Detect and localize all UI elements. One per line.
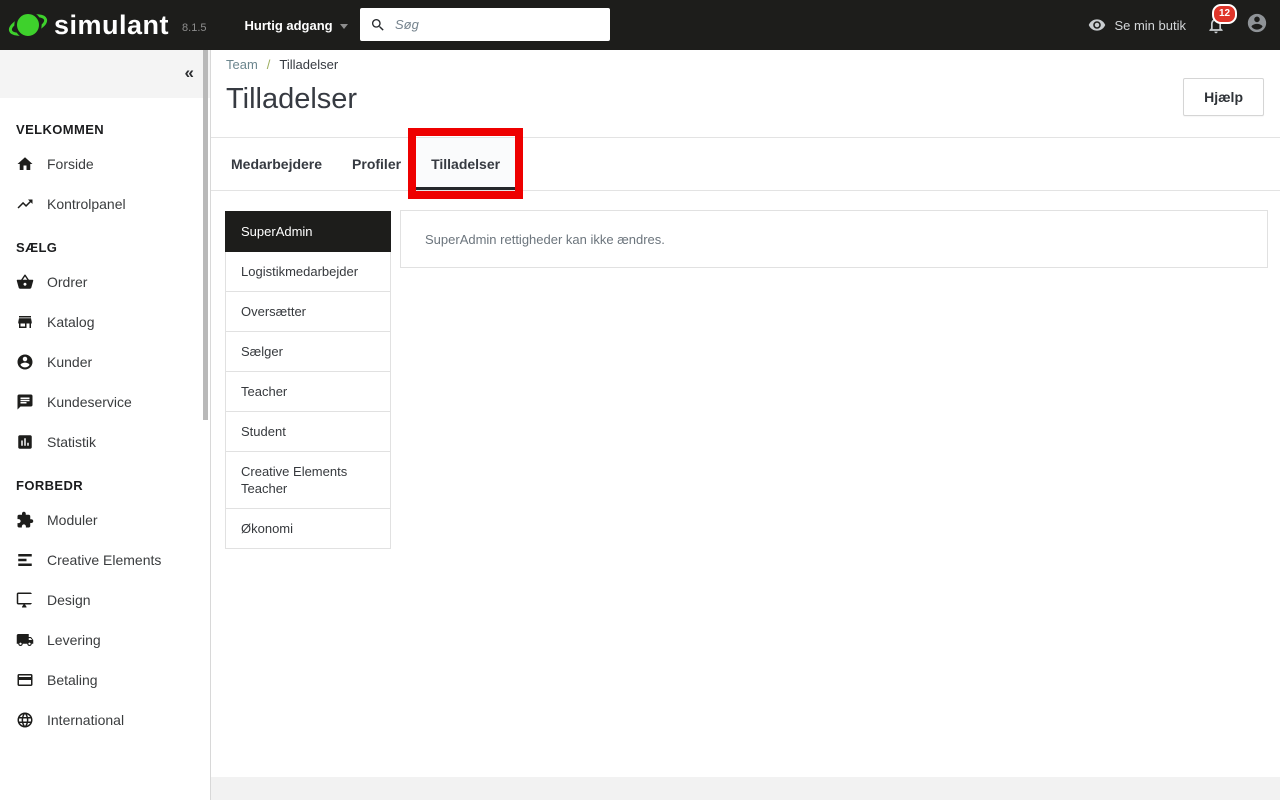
brand-planet-icon bbox=[8, 5, 48, 45]
breadcrumb-current: Tilladelser bbox=[279, 57, 338, 72]
sidebar-item-label: Statistik bbox=[47, 434, 96, 450]
monitor-icon bbox=[16, 591, 34, 609]
quick-access-dropdown[interactable]: Hurtig adgang bbox=[245, 18, 348, 33]
tab-label: Profiler bbox=[352, 156, 401, 172]
sidebar-item-international[interactable]: International bbox=[0, 700, 210, 740]
tab-label: Tilladelser bbox=[431, 156, 500, 172]
trending-up-icon bbox=[16, 195, 34, 213]
creative-elements-icon bbox=[16, 551, 34, 569]
sidebar-item-label: Creative Elements bbox=[47, 552, 161, 568]
puzzle-icon bbox=[16, 511, 34, 529]
nav-section-header-velkommen: VELKOMMEN bbox=[0, 122, 210, 144]
help-button[interactable]: Hjælp bbox=[1183, 78, 1264, 116]
sidebar-item-moduler[interactable]: Moduler bbox=[0, 500, 210, 540]
sidebar-item-forside[interactable]: Forside bbox=[0, 144, 210, 184]
breadcrumb-separator: / bbox=[267, 57, 271, 72]
breadcrumb-team[interactable]: Team bbox=[226, 57, 258, 72]
store-icon bbox=[16, 313, 34, 331]
tab-medarbejdere[interactable]: Medarbejdere bbox=[216, 138, 337, 190]
notifications-button[interactable]: 12 bbox=[1206, 15, 1226, 40]
profile-button[interactable] bbox=[1246, 12, 1268, 39]
chat-icon bbox=[16, 393, 34, 411]
sidebar: « VELKOMMEN Forside Kontrolpanel SÆLG Ordrer… bbox=[0, 50, 211, 800]
bar-chart-icon bbox=[16, 433, 34, 451]
page-title: Tilladelser bbox=[226, 83, 357, 116]
sidebar-item-label: Kundeservice bbox=[47, 394, 132, 410]
topbar-right: Se min butik 12 bbox=[1088, 0, 1268, 50]
sidebar-item-label: Design bbox=[47, 592, 91, 608]
collapse-sidebar-button[interactable]: « bbox=[185, 61, 194, 85]
chevron-down-icon bbox=[340, 24, 348, 29]
sidebar-item-label: Betaling bbox=[47, 672, 98, 688]
person-icon bbox=[1246, 12, 1268, 34]
tab-tilladelser[interactable]: Tilladelser bbox=[416, 138, 515, 190]
role-item-logistikmedarbejder[interactable]: Logistikmedarbejder bbox=[225, 252, 391, 292]
role-item-student[interactable]: Student bbox=[225, 412, 391, 452]
sidebar-item-ordrer[interactable]: Ordrer bbox=[0, 262, 210, 302]
role-item-superadmin[interactable]: SuperAdmin bbox=[225, 211, 391, 252]
sidebar-item-kontrolpanel[interactable]: Kontrolpanel bbox=[0, 184, 210, 224]
globe-icon bbox=[16, 711, 34, 729]
sidebar-item-kunder[interactable]: Kunder bbox=[0, 342, 210, 382]
role-item-oversætter[interactable]: Oversætter bbox=[225, 292, 391, 332]
tab-label: Medarbejdere bbox=[231, 156, 322, 172]
role-item-creative-elements-teacher[interactable]: Creative Elements Teacher bbox=[225, 452, 391, 509]
top-bar: simulant 8.1.5 Hurtig adgang Se min buti… bbox=[0, 0, 1280, 50]
nav-section-header-forbedr: FORBEDR bbox=[0, 478, 210, 500]
sidebar-item-label: Katalog bbox=[47, 314, 94, 330]
role-item-økonomi[interactable]: Økonomi bbox=[225, 509, 391, 549]
sidebar-item-label: Moduler bbox=[47, 512, 98, 528]
breadcrumb: Team / Tilladelser bbox=[226, 57, 338, 72]
credit-card-icon bbox=[16, 671, 34, 689]
sidebar-item-kundeservice[interactable]: Kundeservice bbox=[0, 382, 210, 422]
sidebar-item-label: Kontrolpanel bbox=[47, 196, 126, 212]
tab-profiler[interactable]: Profiler bbox=[337, 138, 416, 190]
permissions-panel: SuperAdmin rettigheder kan ikke ændres. bbox=[400, 210, 1268, 268]
view-shop-label: Se min butik bbox=[1114, 18, 1186, 33]
role-item-sælger[interactable]: Sælger bbox=[225, 332, 391, 372]
eye-icon bbox=[1088, 16, 1106, 34]
permission-message: SuperAdmin rettigheder kan ikke ændres. bbox=[425, 232, 665, 247]
sidebar-scrollbar-thumb[interactable] bbox=[203, 50, 208, 420]
sidebar-item-creative-elements[interactable]: Creative Elements bbox=[0, 540, 210, 580]
sidebar-item-label: Kunder bbox=[47, 354, 92, 370]
truck-icon bbox=[16, 631, 34, 649]
sidebar-item-label: Ordrer bbox=[47, 274, 87, 290]
sidebar-collapse-bar: « bbox=[0, 50, 210, 98]
sidebar-nav: VELKOMMEN Forside Kontrolpanel SÆLG Ordrer Ka… bbox=[0, 98, 210, 740]
sidebar-item-label: Forside bbox=[47, 156, 94, 172]
person-circle-icon bbox=[16, 353, 34, 371]
home-icon bbox=[16, 155, 34, 173]
version-label: 8.1.5 bbox=[182, 22, 206, 34]
view-shop-link[interactable]: Se min butik bbox=[1088, 16, 1186, 34]
sidebar-item-label: Levering bbox=[47, 632, 101, 648]
sidebar-item-label: International bbox=[47, 712, 124, 728]
brand-name: simulant bbox=[54, 10, 169, 41]
sidebar-item-betaling[interactable]: Betaling bbox=[0, 660, 210, 700]
sidebar-item-levering[interactable]: Levering bbox=[0, 620, 210, 660]
search-icon bbox=[370, 17, 386, 33]
basket-icon bbox=[16, 273, 34, 291]
notification-badge: 12 bbox=[1212, 4, 1237, 24]
sidebar-item-design[interactable]: Design bbox=[0, 580, 210, 620]
footer-strip bbox=[211, 777, 1280, 800]
main-content: Team / Tilladelser Tilladelser Hjælp Med… bbox=[211, 50, 1280, 800]
roles-list: SuperAdminLogistikmedarbejderOversætterS… bbox=[225, 211, 391, 549]
search-input[interactable] bbox=[395, 17, 595, 32]
global-search bbox=[360, 8, 610, 41]
quick-access-label: Hurtig adgang bbox=[245, 18, 333, 33]
sidebar-item-katalog[interactable]: Katalog bbox=[0, 302, 210, 342]
brand[interactable]: simulant 8.1.5 bbox=[8, 5, 207, 45]
tab-bar: Medarbejdere Profiler Tilladelser bbox=[211, 137, 1280, 191]
nav-section-header-sælg: SÆLG bbox=[0, 240, 210, 262]
sidebar-item-statistik[interactable]: Statistik bbox=[0, 422, 210, 462]
role-item-teacher[interactable]: Teacher bbox=[225, 372, 391, 412]
